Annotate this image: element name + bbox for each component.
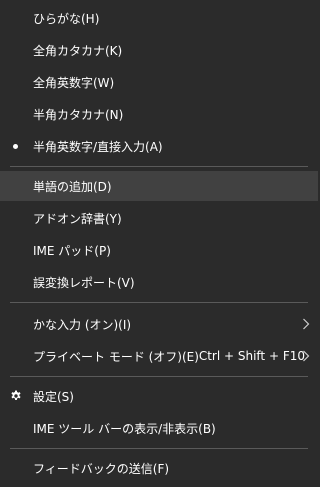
menu-item-private-mode[interactable]: プライベート モード (オフ)(E) Ctrl + Shift + F10 [0, 341, 318, 371]
menu-item-label: プライベート モード (オフ)(E) [33, 349, 199, 364]
shortcut-label: Ctrl + Shift + F10 [198, 349, 305, 363]
gear-icon [11, 390, 21, 400]
bullet-icon [13, 144, 18, 149]
menu-item-label: フィードバックの送信(F) [33, 461, 170, 476]
menu-item-add-word[interactable]: 単語の追加(D) [0, 171, 318, 201]
menu-item-label: 設定(S) [33, 389, 74, 404]
menu-item-label: ひらがな(H) [33, 11, 100, 26]
ime-context-menu: ひらがな(H) 全角カタカナ(K) 全角英数字(W) 半角カタカナ(N) 半角英… [0, 0, 318, 487]
menu-separator [10, 302, 308, 303]
menu-item-label: 半角カタカナ(N) [33, 107, 124, 122]
menu-item-label: アドオン辞書(Y) [33, 211, 122, 226]
menu-item-zenkaku-eisu[interactable]: 全角英数字(W) [0, 67, 318, 97]
menu-item-hankaku-eisu[interactable]: 半角英数字/直接入力(A) [0, 131, 318, 161]
menu-separator [10, 376, 308, 377]
menu-item-label: 全角英数字(W) [33, 75, 115, 90]
menu-item-kana-input[interactable]: かな入力 (オン)(I) [0, 309, 318, 339]
chevron-right-icon [303, 350, 310, 362]
menu-item-settings[interactable]: 設定(S) [0, 381, 318, 411]
menu-item-label: 全角カタカナ(K) [33, 43, 123, 58]
menu-item-label: IME ツール バーの表示/非表示(B) [33, 421, 216, 436]
chevron-right-icon [303, 318, 310, 330]
menu-item-toolbar-toggle[interactable]: IME ツール バーの表示/非表示(B) [0, 413, 318, 443]
menu-item-addon-dictionary[interactable]: アドオン辞書(Y) [0, 203, 318, 233]
menu-item-misconversion-report[interactable]: 誤変換レポート(V) [0, 267, 318, 297]
menu-item-hiragana[interactable]: ひらがな(H) [0, 3, 318, 33]
menu-item-ime-pad[interactable]: IME パッド(P) [0, 235, 318, 265]
menu-item-label: かな入力 (オン)(I) [33, 317, 132, 332]
menu-item-zenkaku-katakana[interactable]: 全角カタカナ(K) [0, 35, 318, 65]
menu-item-label: 半角英数字/直接入力(A) [33, 139, 163, 154]
menu-item-hankaku-katakana[interactable]: 半角カタカナ(N) [0, 99, 318, 129]
menu-item-feedback[interactable]: フィードバックの送信(F) [0, 453, 318, 483]
menu-separator [10, 448, 308, 449]
menu-item-label: 単語の追加(D) [33, 179, 112, 194]
menu-separator [10, 166, 308, 167]
menu-item-label: 誤変換レポート(V) [33, 275, 135, 290]
menu-item-label: IME パッド(P) [33, 243, 111, 258]
